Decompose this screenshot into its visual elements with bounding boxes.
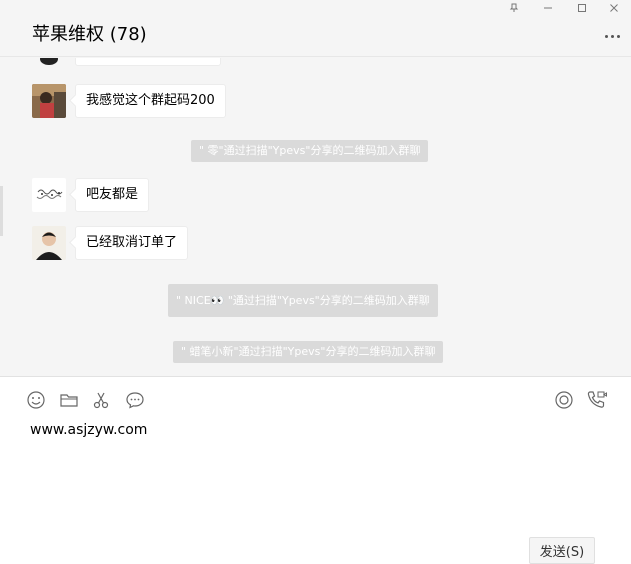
system-notice: " 零"通过扫描"Ypevs"分享的二维码加入群聊 — [191, 140, 429, 162]
message-bubble[interactable] — [75, 58, 221, 66]
more-icon[interactable] — [600, 28, 624, 44]
send-button[interactable]: 发送(S) — [529, 537, 595, 564]
message-list[interactable]: 我感觉这个群起码200 " 零"通过扫描"Ypevs"分享的二维码加入群聊 吧友… — [0, 58, 631, 375]
minimize-icon[interactable] — [532, 0, 564, 16]
live-circle-icon[interactable] — [553, 389, 575, 411]
avatar[interactable] — [32, 58, 66, 66]
close-icon[interactable] — [598, 0, 630, 16]
scrollbar-thumb[interactable] — [0, 186, 3, 236]
chat-title: 苹果维权 (78) — [32, 24, 147, 45]
emoji-icon[interactable] — [25, 389, 47, 411]
phone-video-icon[interactable] — [586, 389, 608, 411]
composer: www.asjzyw.com 发送(S) — [0, 376, 631, 564]
message-input[interactable]: www.asjzyw.com — [30, 422, 147, 438]
message-bubble[interactable]: 吧友都是 — [75, 178, 150, 212]
chat-bubble-icon[interactable] — [124, 389, 146, 411]
pin-icon[interactable] — [498, 0, 530, 16]
maximize-icon[interactable] — [566, 0, 598, 16]
system-notice: " 蜡笔小新"通过扫描"Ypevs"分享的二维码加入群聊 — [173, 341, 444, 363]
system-notice: " NICE👀 "通过扫描"Ypevs"分享的二维码加入群聊 — [168, 284, 438, 317]
message-bubble[interactable]: 我感觉这个群起码200 — [75, 84, 226, 118]
folder-icon[interactable] — [58, 389, 80, 411]
title-bar: 苹果维权 (78) — [0, 0, 631, 57]
avatar[interactable] — [32, 178, 66, 212]
scissors-icon[interactable] — [90, 389, 112, 411]
message-bubble[interactable]: 已经取消订单了 — [75, 226, 189, 260]
avatar[interactable] — [32, 226, 66, 260]
avatar[interactable] — [32, 84, 66, 118]
